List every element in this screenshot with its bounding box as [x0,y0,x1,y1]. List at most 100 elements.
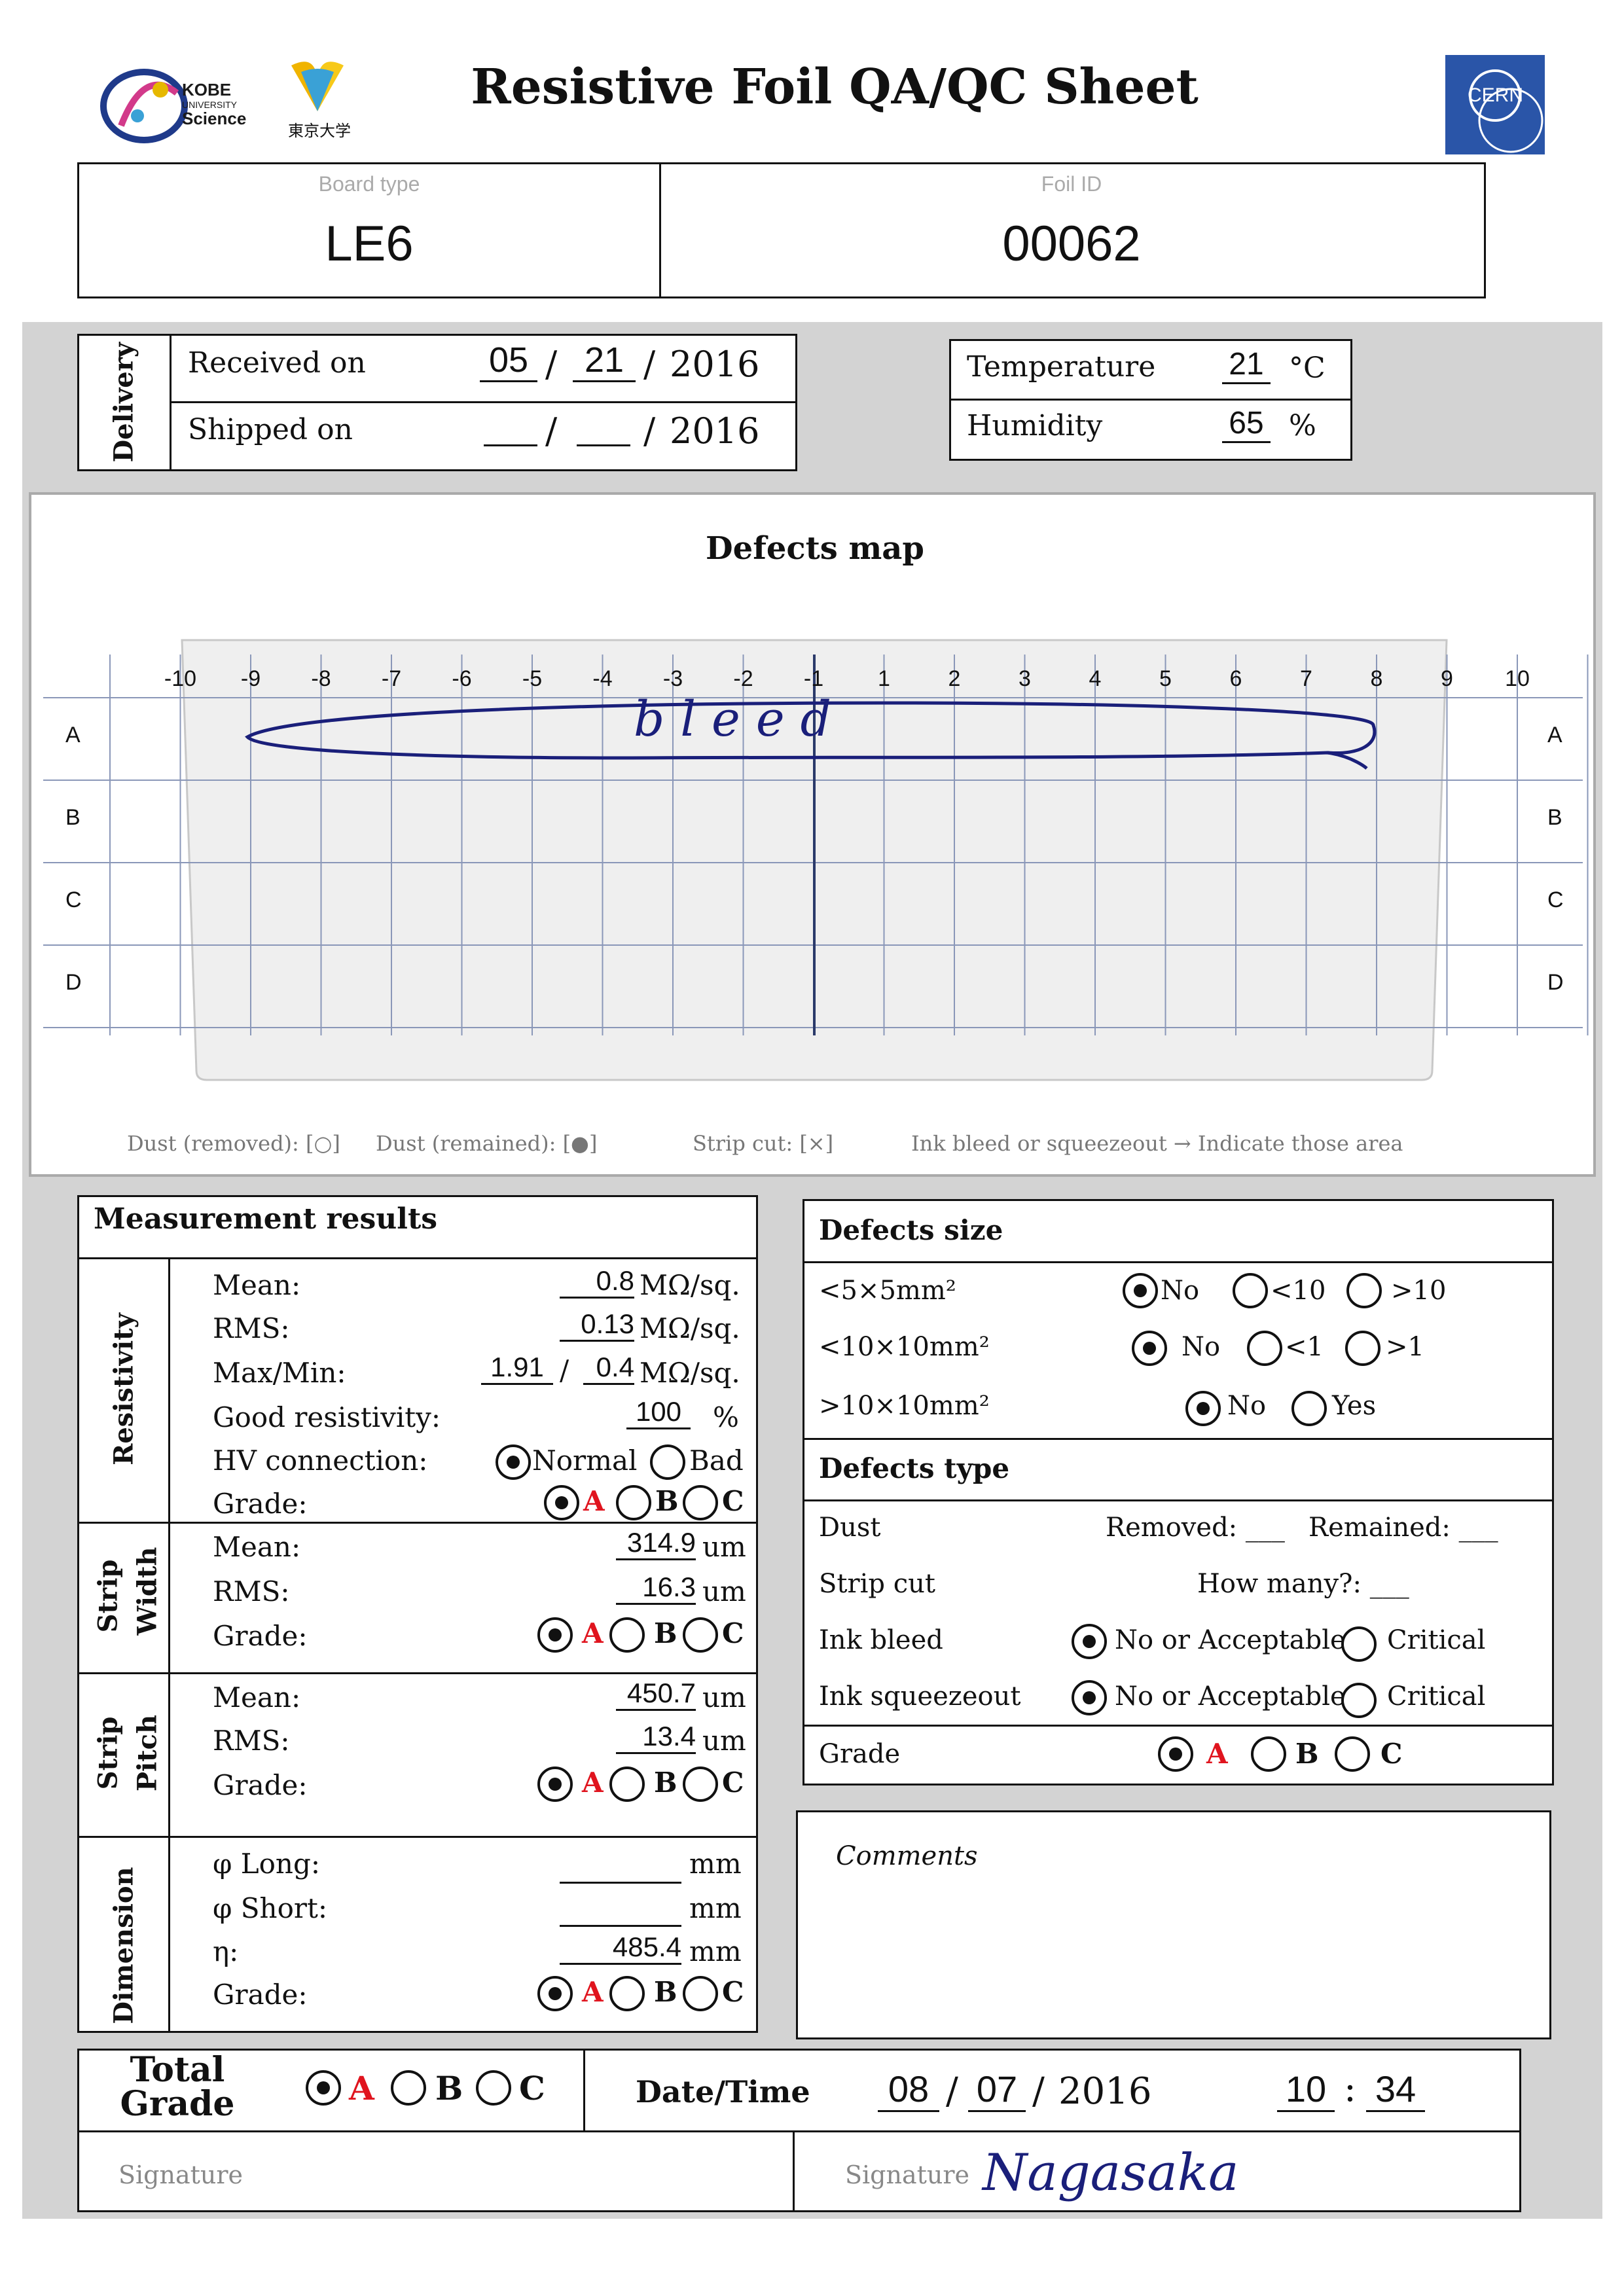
map-row-label: B [65,805,81,830]
res-grade-a-label: A [583,1485,605,1517]
dt-grade-b-radio[interactable] [1251,1736,1286,1772]
dt-ink-bleed-ok-radio[interactable] [1072,1624,1107,1659]
received-day: 21 [573,340,636,382]
ds-row2-gt1-radio[interactable] [1345,1331,1380,1366]
ds-row2-gt1-label: >1 [1386,1332,1424,1362]
dt-ink-bleed-critical-radio[interactable] [1341,1626,1377,1662]
measurement-title: Measurement results [94,1202,438,1236]
ds-row3-yes-radio[interactable] [1291,1391,1327,1426]
dim-eta-value: 485.4 [560,1931,681,1965]
dt-ink-squeeze-critical-radio[interactable] [1341,1683,1377,1718]
total-grade-a-radio[interactable] [306,2070,341,2106]
res-grade-b-radio[interactable] [616,1485,651,1520]
dt-grade-c-radio[interactable] [1335,1736,1370,1772]
res-grade-c-radio[interactable] [683,1485,718,1520]
sw-grade-b-label: B [654,1617,677,1649]
dimension-section-label: Dimension [108,1867,139,2024]
cern-logo-text: CERN [1468,84,1524,106]
hv-bad-radio[interactable] [650,1444,685,1480]
sp-rms-label: RMS: [213,1725,290,1757]
measurement-results-box: Measurement results Resistivity Mean: 0.… [77,1195,758,2033]
comments-box[interactable]: Comments [796,1810,1551,2039]
tokyo-logo-text: 東京大学 [288,122,351,140]
res-maxmin-unit: MΩ/sq. [640,1357,740,1389]
sp-grade-c-label: C [722,1767,744,1799]
board-type-value: LE6 [325,216,414,272]
map-row-label: D [65,970,82,995]
sw-grade-c-radio[interactable] [683,1617,718,1653]
dim-grade-label: Grade: [213,1979,308,2011]
ds-row1-gt10-radio[interactable] [1346,1273,1382,1308]
dt-grade-a-radio[interactable] [1158,1736,1193,1772]
sp-grade-c-radio[interactable] [683,1767,718,1802]
dim-grade-a-label: A [582,1976,604,2008]
ds-row1-no-label: No [1161,1276,1200,1306]
map-row-label: A [65,723,81,747]
datetime-colon: : [1344,2068,1356,2110]
datetime-sep-2: / [1032,2070,1045,2113]
map-column-label: -6 [452,666,472,691]
dim-grade-b-radio[interactable] [609,1976,645,2011]
ds-row1-lt10-label: <10 [1271,1276,1326,1306]
sw-rms-label: RMS: [213,1575,290,1607]
dim-short-unit: mm [689,1892,742,1924]
ds-row2-lt1-radio[interactable] [1247,1331,1282,1366]
temperature-label: Temperature [967,350,1156,384]
ds-row1-gt10-label: >10 [1391,1276,1447,1306]
temperature-unit: °C [1289,351,1326,385]
map-column-label: 5 [1159,666,1172,691]
dt-ink-bleed-ok-label: No or Acceptable [1115,1625,1346,1655]
res-grade-a-radio[interactable] [544,1485,579,1520]
datetime-sep-1: / [946,2070,958,2113]
sw-grade-a-label: A [582,1617,604,1649]
total-grade-b-label: B [435,2069,463,2108]
sp-rms-value: 13.4 [616,1721,696,1754]
dim-long-label: φ Long: [213,1848,321,1880]
sp-grade-a-radio[interactable] [537,1767,573,1802]
delivery-box: Delivery Received on 05 / 21 / 2016 Ship… [77,334,797,471]
res-grade-c-label: C [722,1485,744,1517]
hv-normal-radio[interactable] [496,1444,531,1480]
received-month: 05 [480,340,537,382]
map-column-label: 1 [878,666,890,691]
legend-dust-remained: Dust (remained): [●] [376,1131,598,1156]
dt-ink-squeeze-label: Ink squeezeout [819,1681,1021,1712]
map-column-label: 2 [948,666,961,691]
ds-row2-no-radio[interactable] [1132,1331,1167,1366]
dt-ink-squeeze-ok-radio[interactable] [1072,1680,1107,1715]
shipped-month [484,444,537,446]
sp-mean-unit: um [702,1681,746,1713]
dim-grade-c-label: C [722,1976,744,2008]
dt-dust-label: Dust [819,1513,881,1543]
res-rms-label: RMS: [213,1312,290,1344]
res-maxmin-label: Max/Min: [213,1357,346,1389]
date-separator: / [643,410,656,452]
dim-grade-a-radio[interactable] [537,1976,573,2011]
total-grade-box: Total Grade A B C Date/Time 08 / 07 / 20… [77,2049,1521,2212]
sp-grade-b-radio[interactable] [609,1767,645,1802]
ds-row1-no-radio[interactable] [1123,1273,1158,1308]
bleed-annotation: bleed [634,691,847,747]
ds-row2-label: <10×10mm² [819,1332,990,1362]
dim-grade-c-radio[interactable] [683,1976,718,2011]
sw-grade-a-radio[interactable] [537,1617,573,1653]
sw-rms-unit: um [702,1575,746,1607]
total-grade-b-radio[interactable] [391,2070,426,2106]
foil-id-value: 00062 [1002,216,1141,272]
defects-type-title: Defects type [819,1452,1010,1484]
map-column-label: -2 [733,666,753,691]
kobe-logo-text-3: Science [182,109,247,128]
map-column-label: -8 [311,666,331,691]
shipped-day [577,444,630,446]
total-grade-c-radio[interactable] [476,2070,511,2106]
dim-short-value [560,1925,681,1927]
sp-mean-label: Mean: [213,1681,301,1713]
datetime-month: 08 [878,2068,939,2112]
delivery-section-label: Delivery [108,342,139,463]
ds-row3-no-radio[interactable] [1185,1391,1221,1426]
signature-value: Nagasaka [983,2144,1239,2202]
sw-grade-b-radio[interactable] [609,1617,645,1653]
received-year: 2016 [670,344,760,385]
map-row-label: C [65,888,82,912]
ds-row1-lt10-radio[interactable] [1233,1273,1268,1308]
